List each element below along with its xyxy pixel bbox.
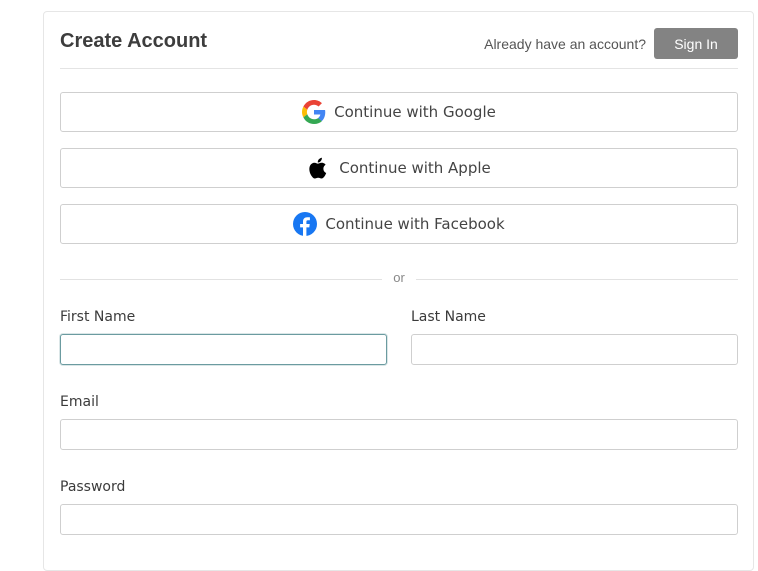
email-input[interactable]: [60, 419, 738, 450]
facebook-button-label: Continue with Facebook: [325, 215, 505, 233]
first-name-label: First Name: [60, 309, 136, 325]
signup-card: Create Account Already have an account? …: [43, 11, 754, 571]
email-label: Email: [60, 394, 99, 410]
have-account-text: Already have an account?: [484, 36, 646, 52]
page-title: Create Account: [60, 30, 208, 52]
or-text: or: [393, 270, 405, 285]
continue-with-facebook-button[interactable]: Continue with Facebook: [60, 204, 738, 244]
google-icon: [302, 100, 326, 124]
apple-icon: [307, 156, 331, 180]
password-input[interactable]: [60, 504, 738, 535]
google-button-label: Continue with Google: [334, 103, 496, 121]
facebook-icon: [293, 212, 318, 236]
first-name-input[interactable]: [60, 334, 387, 365]
apple-button-label: Continue with Apple: [339, 159, 491, 177]
continue-with-apple-button[interactable]: Continue with Apple: [60, 148, 738, 188]
sign-in-button[interactable]: Sign In: [654, 28, 738, 59]
last-name-input[interactable]: [411, 334, 738, 365]
password-label: Password: [60, 479, 126, 495]
last-name-label: Last Name: [411, 309, 486, 325]
or-divider: or: [60, 270, 738, 290]
card-header: Create Account Already have an account? …: [60, 28, 738, 69]
continue-with-google-button[interactable]: Continue with Google: [60, 92, 738, 132]
